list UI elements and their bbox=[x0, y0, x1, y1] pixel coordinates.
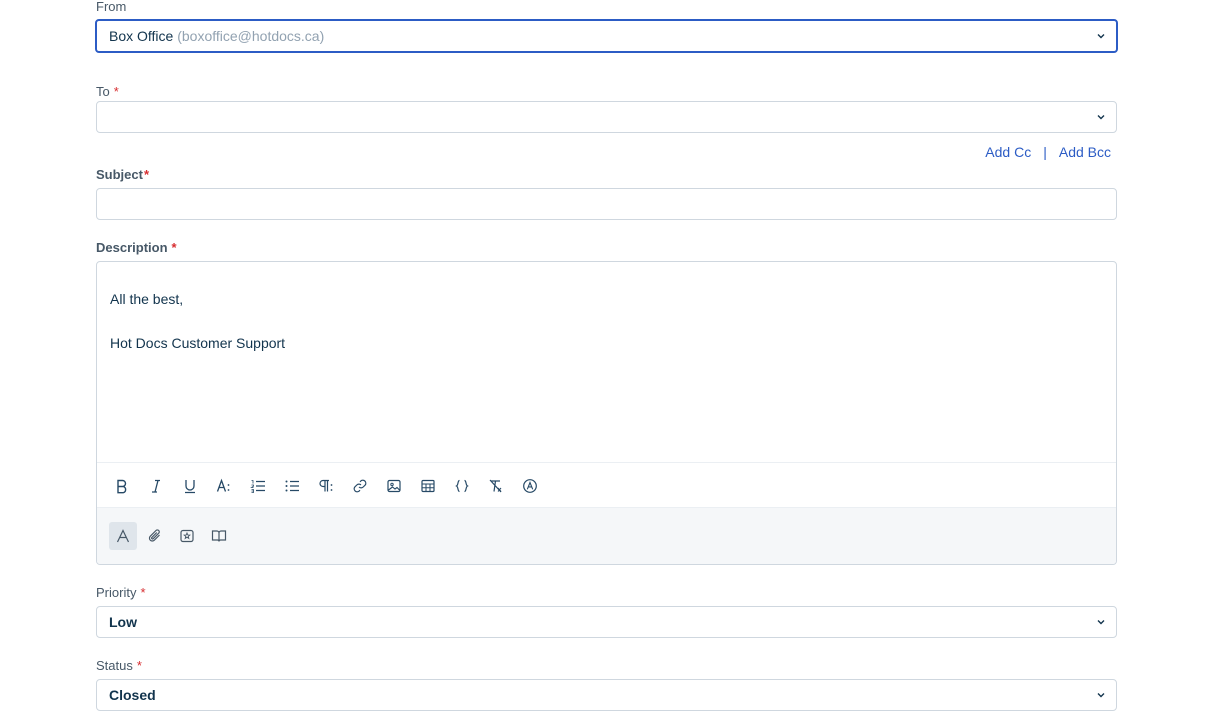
priority-label-text: Priority bbox=[96, 585, 137, 600]
to-select[interactable] bbox=[96, 101, 1117, 133]
chevron-down-icon bbox=[1096, 112, 1106, 122]
subject-label-text: Subject bbox=[96, 167, 143, 182]
attachment-icon[interactable] bbox=[141, 522, 169, 550]
chevron-down-icon bbox=[1096, 31, 1106, 41]
bullet-list-icon[interactable] bbox=[279, 473, 305, 499]
add-cc-link[interactable]: Add Cc bbox=[985, 144, 1031, 160]
subject-input[interactable] bbox=[96, 188, 1117, 220]
link-icon[interactable] bbox=[347, 473, 373, 499]
from-name: Box Office bbox=[109, 28, 174, 44]
status-label-text: Status bbox=[96, 658, 133, 673]
priority-label: Priority * bbox=[96, 585, 146, 600]
editor-line: Hot Docs Customer Support bbox=[110, 335, 286, 351]
chevron-down-icon bbox=[1096, 617, 1106, 627]
chevron-down-icon bbox=[1096, 690, 1106, 700]
table-icon[interactable] bbox=[415, 473, 441, 499]
from-select[interactable]: Box Office (boxoffice@hotdocs.ca) bbox=[95, 19, 1118, 53]
from-email: (boxoffice@hotdocs.ca) bbox=[177, 28, 325, 44]
bold-icon[interactable] bbox=[109, 473, 135, 499]
required-marker: * bbox=[140, 585, 146, 600]
editor-line: All the best, bbox=[110, 291, 184, 307]
canned-response-icon[interactable] bbox=[173, 522, 201, 550]
required-marker: * bbox=[171, 240, 177, 255]
cc-separator: | bbox=[1043, 144, 1047, 160]
required-marker: * bbox=[143, 167, 150, 182]
to-label-text: To bbox=[96, 84, 110, 99]
description-editor[interactable]: All the best, Hot Docs Customer Support bbox=[96, 261, 1117, 565]
editor-content[interactable]: All the best, Hot Docs Customer Support bbox=[110, 288, 285, 354]
description-label: Description * bbox=[96, 240, 177, 255]
code-icon[interactable] bbox=[449, 473, 475, 499]
font-size-icon[interactable] bbox=[211, 473, 237, 499]
solution-article-icon[interactable] bbox=[205, 522, 233, 550]
priority-select[interactable]: Low bbox=[96, 606, 1117, 638]
image-icon[interactable] bbox=[381, 473, 407, 499]
paragraph-format-icon[interactable] bbox=[313, 473, 339, 499]
required-marker: * bbox=[113, 84, 119, 99]
subject-label: Subject* bbox=[96, 167, 149, 182]
italic-icon[interactable] bbox=[143, 473, 169, 499]
ordered-list-icon[interactable] bbox=[245, 473, 271, 499]
text-format-icon[interactable] bbox=[109, 522, 137, 550]
cc-bcc-links: Add Cc | Add Bcc bbox=[985, 144, 1111, 160]
editor-toolbar bbox=[97, 462, 1116, 509]
add-bcc-link[interactable]: Add Bcc bbox=[1059, 144, 1111, 160]
underline-icon[interactable] bbox=[177, 473, 203, 499]
editor-bottom-bar bbox=[97, 507, 1116, 564]
from-value: Box Office (boxoffice@hotdocs.ca) bbox=[109, 28, 324, 44]
spell-check-icon[interactable] bbox=[517, 473, 543, 499]
from-label: From bbox=[96, 0, 127, 14]
priority-value: Low bbox=[109, 614, 137, 630]
required-marker: * bbox=[136, 658, 142, 673]
status-label: Status * bbox=[96, 658, 142, 673]
status-select[interactable]: Closed bbox=[96, 679, 1117, 711]
description-label-text: Description bbox=[96, 240, 168, 255]
to-label: To * bbox=[96, 84, 119, 99]
status-value: Closed bbox=[109, 687, 156, 703]
clear-format-icon[interactable] bbox=[483, 473, 509, 499]
